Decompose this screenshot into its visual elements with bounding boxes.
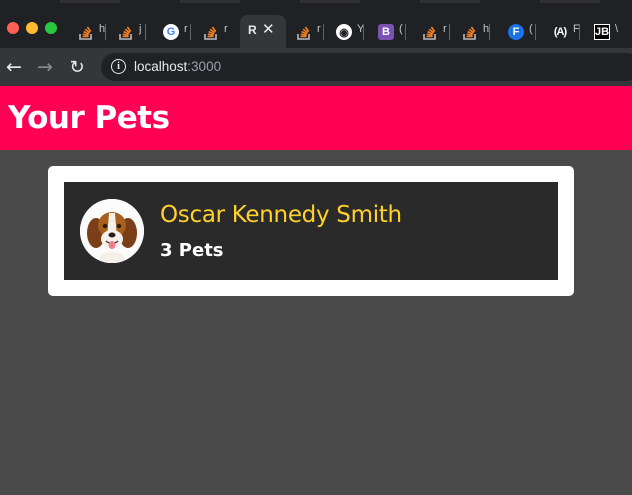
info-icon[interactable]: i [111, 59, 126, 74]
stackoverflow-icon [118, 24, 134, 40]
owner-card: Oscar Kennedy Smith 3 Pets [48, 166, 574, 296]
address-bar[interactable]: i localhost:3000 [101, 53, 632, 81]
stackoverflow-icon [422, 24, 438, 40]
angular-icon: (A) [552, 24, 568, 40]
owner-name[interactable]: Oscar Kennedy Smith [160, 202, 402, 228]
close-window-button[interactable] [7, 22, 19, 34]
back-arrow-icon[interactable]: ← [4, 56, 24, 78]
page-header: Your Pets [0, 86, 632, 150]
tab-10[interactable]: h [454, 15, 490, 48]
reload-icon[interactable]: ↻ [67, 57, 87, 78]
tab-6[interactable]: r [288, 15, 324, 48]
tab-13[interactable]: JB \ [586, 15, 622, 48]
beagle-puppy-image [80, 199, 144, 263]
tab-7[interactable]: ◉ Y [328, 15, 364, 48]
google-icon: G [163, 24, 179, 40]
browser-toolbar: ← → ↻ i localhost:3000 [0, 48, 632, 86]
tab-11[interactable]: F ( [500, 15, 536, 48]
url-text[interactable]: localhost:3000 [134, 59, 221, 74]
avatar [80, 199, 144, 263]
jetbrains-icon: JB [594, 24, 610, 40]
bootstrap-icon: B [378, 24, 394, 40]
tab-bar: h j G r r R ✕ r ◉ Y B ( r h F ((A) F JB… [0, 5, 632, 48]
maximize-window-button[interactable] [45, 22, 57, 34]
tab-12[interactable]: (A) F [544, 15, 580, 48]
owner-card-body[interactable]: Oscar Kennedy Smith 3 Pets [64, 182, 558, 280]
tab-4[interactable]: r [195, 15, 231, 48]
github-icon: ◉ [336, 24, 352, 40]
tab-2[interactable]: j [110, 15, 146, 48]
pet-count: 3 Pets [160, 240, 224, 261]
stackoverflow-icon [296, 24, 312, 40]
minimize-window-button[interactable] [26, 22, 38, 34]
f-icon: F [508, 24, 524, 40]
tab-active[interactable]: R ✕ [240, 15, 286, 48]
tab-8[interactable]: B ( [370, 15, 406, 48]
stackoverflow-icon [203, 24, 219, 40]
close-tab-icon[interactable]: ✕ [262, 20, 275, 38]
tab-3[interactable]: G r [155, 15, 191, 48]
forward-arrow-icon[interactable]: → [35, 56, 55, 78]
stackoverflow-icon [462, 24, 478, 40]
tab-1[interactable]: h [70, 15, 106, 48]
page-title: Your Pets [8, 100, 170, 136]
stackoverflow-icon [78, 24, 94, 40]
tab-9[interactable]: r [414, 15, 450, 48]
